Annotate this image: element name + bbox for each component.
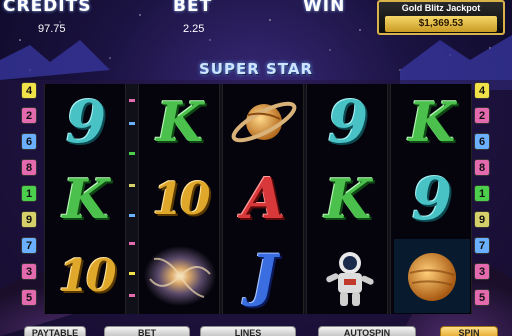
- payline-tab[interactable]: 4: [474, 82, 490, 99]
- payline-tab[interactable]: 3: [21, 263, 37, 280]
- symbol-king: K: [324, 167, 372, 231]
- reel-2: K 10: [138, 84, 220, 314]
- payline-tab[interactable]: 7: [21, 237, 37, 254]
- payline-tab[interactable]: 8: [21, 159, 37, 176]
- spin-button[interactable]: SPIN: [440, 326, 498, 336]
- symbol-nine: 9: [65, 88, 107, 156]
- win-label: WIN: [303, 0, 346, 16]
- payline-tab[interactable]: 1: [474, 185, 490, 202]
- jackpot-panel: Gold Blitz Jackpot $1,369.53: [377, 0, 505, 35]
- astronaut-symbol: [307, 238, 389, 314]
- galaxy-symbol: [139, 238, 221, 314]
- payline-tab[interactable]: 3: [474, 263, 490, 280]
- paytable-button[interactable]: PAYTABLE: [24, 326, 86, 336]
- payline-tab[interactable]: 6: [21, 133, 37, 150]
- galaxy-icon: [142, 239, 218, 313]
- astronaut-icon: [310, 239, 386, 313]
- bet-button[interactable]: BET: [104, 326, 190, 336]
- payline-tab[interactable]: 5: [21, 289, 37, 306]
- credits-label: CREDITS: [3, 0, 92, 16]
- payline-tab[interactable]: 7: [474, 237, 490, 254]
- saturn-icon: [231, 101, 297, 143]
- lines-button[interactable]: LINES: [200, 326, 296, 336]
- symbol-nine: 9: [411, 165, 453, 233]
- symbol-ten: 10: [152, 173, 210, 225]
- symbol-ace: A: [242, 166, 286, 232]
- planet-symbol: [391, 238, 473, 314]
- payline-tab[interactable]: 4: [21, 82, 37, 99]
- payline-tab[interactable]: 8: [474, 159, 490, 176]
- payline-tab[interactable]: 2: [21, 107, 37, 124]
- payline-tab[interactable]: 6: [474, 133, 490, 150]
- payline-tab[interactable]: 5: [474, 289, 490, 306]
- reel-4: 9 K: [306, 84, 388, 314]
- symbol-king: K: [156, 90, 204, 154]
- symbol-king: K: [62, 167, 110, 231]
- symbol-king: K: [408, 90, 456, 154]
- reel-3: A J: [222, 84, 304, 314]
- bet-value: 2.25: [183, 23, 205, 35]
- bet-label: BET: [173, 0, 213, 16]
- payline-tab[interactable]: 1: [21, 185, 37, 202]
- payline-tab[interactable]: 9: [474, 211, 490, 228]
- reel-5: K 9: [390, 84, 472, 314]
- symbol-ten: 10: [58, 250, 116, 302]
- jackpot-value: $1,369.53: [385, 16, 497, 32]
- jackpot-title: Gold Blitz Jackpot: [401, 3, 481, 13]
- credits-value: 97.75: [38, 23, 66, 35]
- payline-tab[interactable]: 2: [474, 107, 490, 124]
- planet-icon: [394, 239, 470, 313]
- reel-separator: [126, 84, 138, 314]
- symbol-nine: 9: [327, 88, 369, 156]
- reel-1: 9 K 10: [44, 84, 126, 314]
- symbol-jack: J: [250, 243, 278, 309]
- payline-tab[interactable]: 9: [21, 211, 37, 228]
- autospin-button[interactable]: AUTOSPIN: [318, 326, 416, 336]
- game-title: SUPER STAR: [198, 60, 314, 78]
- saturn-symbol: [223, 84, 305, 160]
